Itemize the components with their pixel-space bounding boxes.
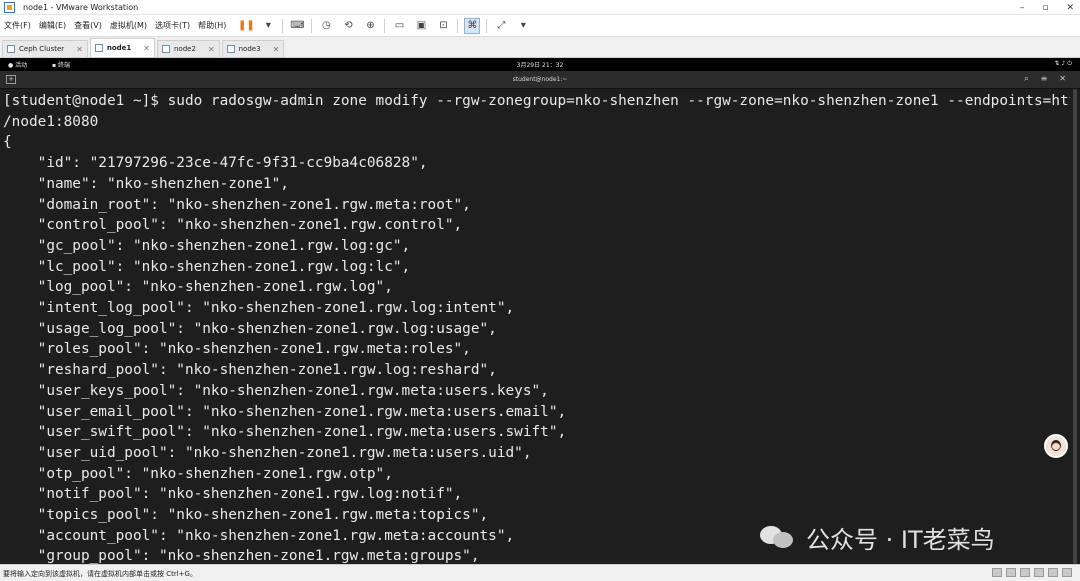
terminal-line: "gc_pool": "nko-shenzhen-zone1.rgw.log:g… <box>3 237 411 254</box>
vm-icon <box>226 45 235 53</box>
terminal-line: "user_uid_pool": "nko-shenzhen-zone1.rgw… <box>3 444 532 461</box>
menu-edit[interactable]: 编辑(E) <box>35 20 70 31</box>
snapshot-icon[interactable]: ◷ <box>318 18 334 34</box>
terminal-line: "user_email_pool": "nko-shenzhen-zone1.r… <box>3 403 567 420</box>
terminal-line: "lc_pool": "nko-shenzhen-zone1.rgw.log:l… <box>3 258 411 275</box>
wechat-icon <box>760 524 794 550</box>
vm-group-icon <box>7 45 15 53</box>
display-icon[interactable] <box>1062 568 1072 577</box>
pause-icon[interactable]: ❚❚ <box>238 18 255 34</box>
window-controls: – ▫ ✕ <box>1020 0 1074 15</box>
cd-drive-icon[interactable] <box>1006 568 1016 577</box>
close-icon[interactable]: ✕ <box>208 45 215 54</box>
close-icon[interactable]: ✕ <box>143 44 150 53</box>
terminal-line: "control_pool": "nko-shenzhen-zone1.rgw.… <box>3 217 463 234</box>
terminal-line: "intent_log_pool": "nko-shenzhen-zone1.r… <box>3 300 515 317</box>
vm-icon <box>94 44 103 52</box>
menu-tabs[interactable]: 选项卡(T) <box>151 20 194 31</box>
hamburger-menu-icon[interactable]: ≡ <box>1041 74 1048 84</box>
device-icons <box>992 568 1072 577</box>
system-menu[interactable]: ⇅ ♪ ⏻ <box>1055 60 1072 68</box>
terminal-line: { <box>3 134 12 151</box>
close-icon[interactable]: ✕ <box>273 45 280 54</box>
watermark: 公众号 · IT老菜鸟 <box>760 522 995 554</box>
close-icon[interactable]: ✕ <box>76 45 83 54</box>
toolbar: ❚❚ ▾ ⌨ ◷ ⟲ ⊕ ▭ ▣ ⊡ ⌘ ⤢ ▾ <box>238 17 531 34</box>
toolbar-divider <box>486 18 488 33</box>
close-button[interactable]: ✕ <box>1066 3 1074 13</box>
terminal-line: "reshard_pool": "nko-shenzhen-zone1.rgw.… <box>3 362 497 379</box>
revert-snapshot-icon[interactable]: ⟲ <box>340 18 356 34</box>
scrollbar-thumb[interactable] <box>1073 89 1077 564</box>
vm-tab-bar: Ceph Cluster ✕ node1 ✕ node2 ✕ node3 ✕ <box>0 37 1080 58</box>
window-title: node1 - VMware Workstation <box>23 2 139 12</box>
terminal-headerbar: + student@node1:~ ⌕ ≡ ✕ <box>0 71 1080 89</box>
tab-ceph-cluster[interactable]: Ceph Cluster ✕ <box>2 40 88 57</box>
vm-icon <box>161 45 170 53</box>
sound-icon[interactable] <box>1048 568 1058 577</box>
search-icon[interactable]: ⌕ <box>1024 74 1028 84</box>
watermark-text: 公众号 · IT老菜鸟 <box>806 525 995 554</box>
stretch-icon[interactable]: ⤢ <box>493 18 509 34</box>
menu-vm[interactable]: 虚拟机(M) <box>106 20 151 31</box>
tab-node3[interactable]: node3 ✕ <box>221 40 285 57</box>
dropdown-arrow-icon[interactable]: ▾ <box>515 18 531 34</box>
toolbar-divider <box>311 18 313 33</box>
network-adapter-icon[interactable] <box>1020 568 1030 577</box>
send-keys-icon[interactable]: ⌨ <box>289 18 305 34</box>
guest-top-bar: ● 活动 ▪ 终端 3月29日 21：32 ⇅ ♪ ⏻ <box>0 58 1080 71</box>
menu-view[interactable]: 查看(V) <box>70 20 106 31</box>
menu-help[interactable]: 帮助(H) <box>194 20 230 31</box>
avatar <box>1044 434 1068 458</box>
terminal-title: student@node1:~ <box>512 76 568 83</box>
power-icon: ⏻ <box>1067 60 1072 67</box>
maximize-button[interactable]: ▫ <box>1042 3 1048 13</box>
terminal-line: "user_keys_pool": "nko-shenzhen-zone1.rg… <box>3 382 549 399</box>
minimize-button[interactable]: – <box>1020 3 1025 13</box>
terminal-window-controls: ⌕ ≡ ✕ <box>1024 74 1066 84</box>
full-screen-icon[interactable]: ⊡ <box>435 18 451 34</box>
tab-node2[interactable]: node2 ✕ <box>156 40 220 57</box>
toolbar-divider <box>384 18 386 33</box>
terminal-line: "usage_log_pool": "nko-shenzhen-zone1.rg… <box>3 320 497 337</box>
terminal-line: [student@node1 ~]$ sudo radosgw-admin zo… <box>3 93 1070 109</box>
terminal-line: "name": "nko-shenzhen-zone1", <box>3 175 289 192</box>
snapshot-manager-icon[interactable]: ⊕ <box>362 18 378 34</box>
status-bar: 要将输入定向到该虚拟机，请在虚拟机内部单击或按 Ctrl+G。 <box>0 564 1080 581</box>
close-icon[interactable]: ✕ <box>1059 74 1066 84</box>
library-icon[interactable]: ▭ <box>391 18 407 34</box>
toolbar-divider <box>457 18 459 33</box>
usb-icon[interactable] <box>1034 568 1044 577</box>
terminal-output[interactable]: [student@node1 ~]$ sudo radosgw-admin zo… <box>0 89 1070 564</box>
network-icon: ⇅ <box>1054 60 1060 67</box>
toolbar-divider <box>282 18 284 33</box>
terminal-line: "user_swift_pool": "nko-shenzhen-zone1.r… <box>3 424 567 441</box>
console-view-icon[interactable]: ⌘ <box>464 17 481 34</box>
status-hint: 要将输入定向到该虚拟机，请在虚拟机内部单击或按 Ctrl+G。 <box>3 570 197 578</box>
terminal-line: "domain_root": "nko-shenzhen-zone1.rgw.m… <box>3 196 471 213</box>
guest-clock[interactable]: 3月29日 21：32 <box>0 60 1080 69</box>
menu-bar: 文件(F) 编辑(E) 查看(V) 虚拟机(M) 选项卡(T) 帮助(H) ❚❚… <box>0 15 1080 37</box>
terminal-line: "id": "21797296-23ce-47fc-9f31-cc9ba4c06… <box>3 155 428 172</box>
menu-file[interactable]: 文件(F) <box>0 20 35 31</box>
terminal-line: /node1:8080 <box>3 113 99 130</box>
terminal-line: "otp_pool": "nko-shenzhen-zone1.rgw.otp"… <box>3 465 393 482</box>
terminal-scrollbar[interactable] <box>1070 89 1080 564</box>
terminal-line: "notif_pool": "nko-shenzhen-zone1.rgw.lo… <box>3 486 463 503</box>
terminal-line: "roles_pool": "nko-shenzhen-zone1.rgw.me… <box>3 341 471 358</box>
terminal-line: "log_pool": "nko-shenzhen-zone1.rgw.log"… <box>3 279 393 296</box>
hard-disk-icon[interactable] <box>992 568 1002 577</box>
tab-node1[interactable]: node1 ✕ <box>89 38 155 57</box>
vmware-app-icon <box>4 1 15 13</box>
thumbnail-icon[interactable]: ▣ <box>413 18 429 34</box>
dropdown-arrow-icon[interactable]: ▾ <box>260 18 276 34</box>
window-titlebar: node1 - VMware Workstation – ▫ ✕ <box>0 0 1080 15</box>
volume-icon: ♪ <box>1061 60 1066 67</box>
